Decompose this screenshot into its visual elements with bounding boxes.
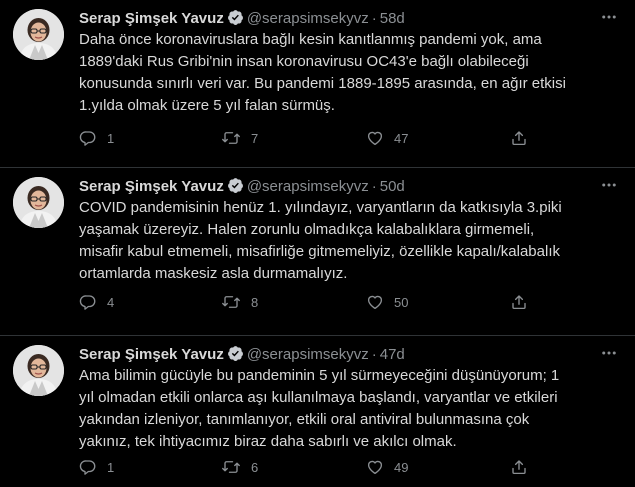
tweet-text: COVID pandemisinin henüz 1. yılındayız, …: [79, 197, 619, 285]
reply-count: 1: [107, 130, 115, 146]
tweet-text-line: yakınız, tek ihtiyacımız biraz daha sabı…: [79, 433, 457, 450]
separator-dot: ·: [371, 178, 377, 195]
tweet-text-line: yıl olmadan etkili onlarca aşı kullanılm…: [79, 389, 558, 406]
author-handle[interactable]: @serapsimsekyvz: [247, 10, 369, 27]
share-icon: [510, 129, 528, 147]
share-button[interactable]: [510, 128, 528, 148]
share-button[interactable]: [510, 457, 528, 477]
retweet-icon: [221, 458, 241, 476]
retweet-button[interactable]: 8: [221, 292, 258, 312]
tweet-text-line: Ama bilimin gücüyle bu pandeminin 5 yıl …: [79, 367, 560, 384]
author-name[interactable]: Serap Şimşek Yavuz: [79, 346, 224, 363]
tweet[interactable]: Serap Şimşek Yavuz @serapsimsekyvz · 47d Am…: [0, 336, 635, 487]
tweet-actions: 1 7 47: [79, 128, 599, 148]
retweet-icon: [221, 129, 241, 147]
tweet-timestamp[interactable]: 50d: [380, 178, 405, 195]
reply-icon: [79, 458, 97, 476]
like-icon: [366, 129, 384, 147]
tweet-text-line: 1.yılda olmak üzere 5 yıl falan sürmüş.: [79, 97, 335, 114]
like-icon: [366, 458, 384, 476]
like-icon: [366, 293, 384, 311]
tweet-text-line: misafir kabul etmemeli, misafirliğe gitm…: [79, 243, 560, 260]
avatar[interactable]: [13, 9, 64, 60]
like-count: 49: [394, 459, 409, 475]
more-options-icon[interactable]: [600, 8, 618, 26]
author-name[interactable]: Serap Şimşek Yavuz: [79, 10, 224, 27]
share-icon: [510, 458, 528, 476]
reply-button[interactable]: 1: [79, 457, 114, 477]
tweet-text-line: 1889'daki Rus Gribi'nin insan koronaviru…: [79, 53, 529, 70]
tweet-text-line: Daha önce koronaviruslara bağlı kesin ka…: [79, 31, 542, 48]
tweet-actions: 1 6 49: [79, 457, 599, 477]
tweet[interactable]: Serap Şimşek Yavuz @serapsimsekyvz · 50d CO…: [0, 168, 635, 336]
share-icon: [510, 293, 528, 311]
retweet-count: 6: [251, 459, 259, 475]
author-handle[interactable]: @serapsimsekyvz: [247, 178, 369, 195]
separator-dot: ·: [371, 346, 377, 363]
reply-icon: [79, 293, 97, 311]
share-button[interactable]: [510, 292, 528, 312]
retweet-count: 7: [251, 130, 259, 146]
tweet-actions: 4 8 50: [79, 292, 599, 312]
retweet-button[interactable]: 6: [221, 457, 258, 477]
tweet[interactable]: Serap Şimşek Yavuz @serapsimsekyvz · 58d Da…: [0, 0, 635, 168]
tweet-timestamp[interactable]: 47d: [380, 346, 405, 363]
reply-count: 4: [107, 294, 115, 310]
reply-icon: [79, 129, 97, 147]
reply-button[interactable]: 4: [79, 292, 114, 312]
tweet-text-line: konusunda sınırlı veri var. Bu pandemi 1…: [79, 75, 566, 92]
tweet-text: Ama bilimin gücüyle bu pandeminin 5 yıl …: [79, 365, 619, 453]
retweet-icon: [221, 293, 241, 311]
reply-button[interactable]: 1: [79, 128, 114, 148]
tweet-text-line: ortamlarda maskesiz asla durmamalıyız.: [79, 265, 348, 282]
more-options-icon[interactable]: [600, 344, 618, 362]
like-button[interactable]: 47: [366, 128, 408, 148]
author-name[interactable]: Serap Şimşek Yavuz: [79, 178, 224, 195]
more-options-icon[interactable]: [600, 176, 618, 194]
like-count: 47: [394, 130, 409, 146]
separator-dot: ·: [371, 10, 377, 27]
retweet-count: 8: [251, 294, 259, 310]
retweet-button[interactable]: 7: [221, 128, 258, 148]
like-button[interactable]: 49: [366, 457, 408, 477]
tweet-timestamp[interactable]: 58d: [380, 10, 405, 27]
like-button[interactable]: 50: [366, 292, 408, 312]
tweet-feed: Serap Şimşek Yavuz @serapsimsekyvz · 58d Da…: [0, 0, 635, 487]
tweet-text: Daha önce koronaviruslara bağlı kesin ka…: [79, 29, 619, 117]
tweet-text-line: yaşamak üzereyiz. Halen zorunlu olmadıkç…: [79, 221, 535, 238]
tweet-text-line: yakından izleniyor, tanımlanıyor, etkili…: [79, 411, 530, 428]
reply-count: 1: [107, 459, 115, 475]
like-count: 50: [394, 294, 409, 310]
avatar[interactable]: [13, 177, 64, 228]
avatar[interactable]: [13, 345, 64, 396]
tweet-text-line: COVID pandemisinin henüz 1. yılındayız, …: [79, 199, 562, 216]
author-handle[interactable]: @serapsimsekyvz: [247, 346, 369, 363]
